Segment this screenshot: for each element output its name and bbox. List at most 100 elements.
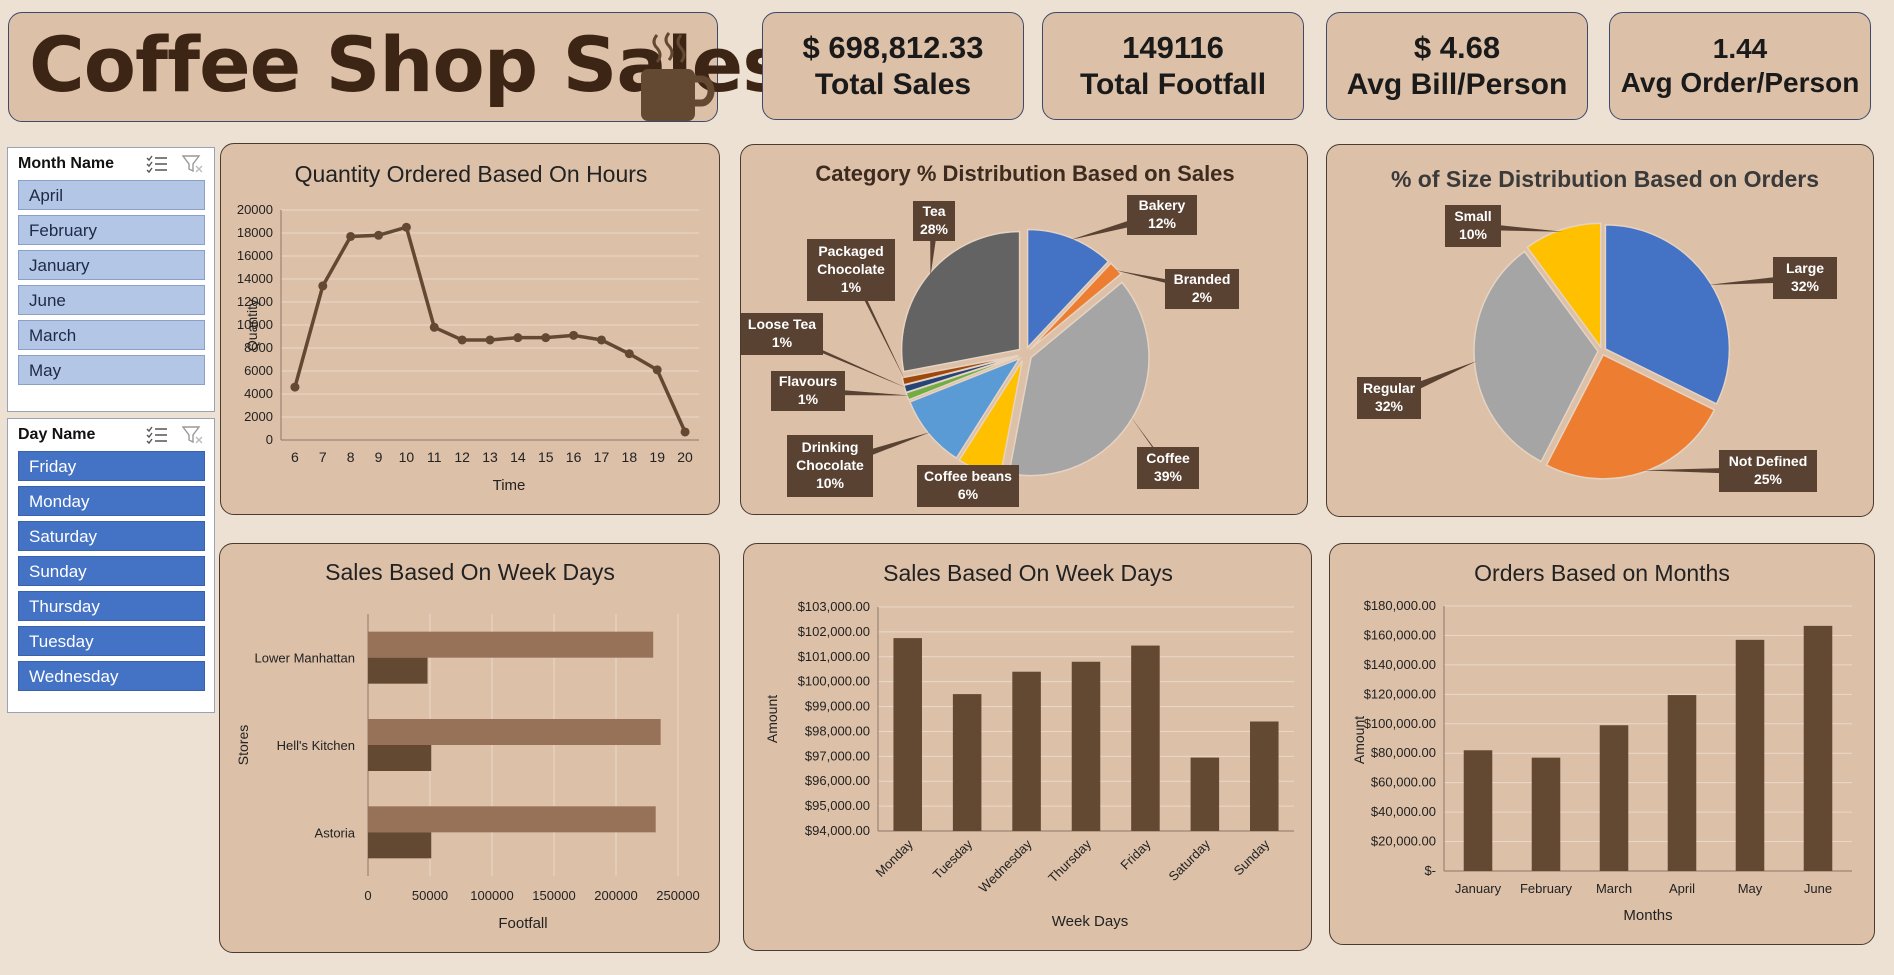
category-chart-card: Category % Distribution Based on Sales Ba… bbox=[740, 144, 1308, 515]
slicer-item-sunday[interactable]: Sunday bbox=[18, 556, 205, 586]
x-tick-label: 250000 bbox=[656, 888, 699, 903]
stores-bar-chart: Sales Based On Week Days 0 50000 100000 1500… bbox=[235, 559, 700, 932]
slicer-item-saturday[interactable]: Saturday bbox=[18, 521, 205, 551]
bar bbox=[952, 694, 982, 831]
bar bbox=[1012, 671, 1041, 831]
chart-title: Orders Based on Months bbox=[1474, 560, 1730, 586]
x-tick-label: Wednesday bbox=[976, 836, 1035, 895]
x-tick-label: 15 bbox=[538, 449, 554, 465]
data-label: 25% bbox=[1754, 471, 1783, 487]
y-tick-label: $94,000.00 bbox=[805, 823, 870, 838]
data-point bbox=[513, 333, 523, 343]
x-tick-label: 50000 bbox=[412, 888, 448, 903]
data-label: 28% bbox=[920, 221, 949, 237]
y-tick-label: $97,000.00 bbox=[805, 748, 870, 763]
kpi-avg-bill: $ 4.68 Avg Bill/Person bbox=[1326, 12, 1588, 120]
y-tick-label: $95,000.00 bbox=[805, 798, 870, 813]
data-label: Coffee beans bbox=[924, 468, 1012, 484]
y-tick-label: $102,000.00 bbox=[798, 624, 870, 639]
data-label: Flavours bbox=[779, 373, 838, 389]
slicer-item-april[interactable]: April bbox=[18, 180, 205, 210]
clear-filter-icon[interactable] bbox=[182, 154, 204, 174]
slicer-item-february[interactable]: February bbox=[18, 215, 205, 245]
x-tick-label: 9 bbox=[375, 449, 383, 465]
x-tick-label: 17 bbox=[594, 449, 610, 465]
y-tick-label: 16000 bbox=[237, 248, 273, 263]
bar bbox=[368, 832, 432, 859]
day-slicer: Day Name Friday Monday Saturday Sunday T… bbox=[7, 418, 215, 713]
slicer-item-thursday[interactable]: Thursday bbox=[18, 591, 205, 621]
data-label: 10% bbox=[1459, 226, 1488, 242]
size-chart-card: % of Size Distribution Based on Orders La… bbox=[1326, 144, 1874, 517]
data-point bbox=[596, 335, 606, 345]
x-tick-label: April bbox=[1669, 881, 1695, 896]
y-tick-label: Astoria bbox=[315, 825, 356, 840]
chart-title: Sales Based On Week Days bbox=[883, 560, 1173, 586]
kpi-total-footfall: 149116 Total Footfall bbox=[1042, 12, 1304, 120]
kpi-value: 149116 bbox=[1122, 30, 1224, 66]
x-tick-label: June bbox=[1804, 881, 1832, 896]
kpi-label: Total Sales bbox=[814, 67, 972, 101]
x-tick-label: 150000 bbox=[532, 888, 575, 903]
bar bbox=[1735, 639, 1765, 871]
data-label: 32% bbox=[1791, 278, 1820, 294]
x-tick-label: 8 bbox=[347, 449, 355, 465]
title-card: Coffee Shop Sales bbox=[8, 12, 787, 122]
y-tick-label: 6000 bbox=[244, 363, 273, 378]
multi-select-icon[interactable] bbox=[146, 425, 168, 445]
data-label: 32% bbox=[1375, 398, 1404, 414]
slicer-item-may[interactable]: May bbox=[18, 355, 205, 385]
data-point bbox=[569, 330, 579, 340]
chart-title: Sales Based On Week Days bbox=[325, 559, 615, 585]
x-axis-label: Week Days bbox=[1052, 913, 1128, 930]
y-tick-label: $180,000.00 bbox=[1364, 598, 1436, 613]
x-tick-label: 20 bbox=[677, 449, 693, 465]
data-point bbox=[652, 365, 662, 375]
data-label: 39% bbox=[1154, 468, 1183, 484]
y-tick-label: 20000 bbox=[237, 202, 273, 217]
x-tick-label: Monday bbox=[873, 836, 917, 880]
y-axis-label: Quantity bbox=[244, 299, 260, 351]
category-pie-chart: Category % Distribution Based on Sales Ba… bbox=[741, 161, 1239, 507]
slicer-item-tuesday[interactable]: Tuesday bbox=[18, 626, 205, 656]
clear-filter-icon[interactable] bbox=[182, 425, 204, 445]
data-label: Bakery bbox=[1139, 197, 1186, 213]
x-axis-label: Footfall bbox=[498, 915, 547, 932]
x-axis-label: Months bbox=[1623, 907, 1672, 924]
y-tick-label: 4000 bbox=[244, 386, 273, 401]
data-point bbox=[457, 335, 467, 345]
data-point bbox=[318, 281, 328, 291]
y-tick-label: $100,000.00 bbox=[798, 674, 870, 689]
slicer-item-march[interactable]: March bbox=[18, 320, 205, 350]
x-tick-label: May bbox=[1738, 881, 1763, 896]
slicer-title: Month Name bbox=[18, 155, 114, 172]
bar bbox=[368, 806, 656, 833]
data-label: 2% bbox=[1192, 289, 1213, 305]
kpi-value: 1.44 bbox=[1712, 33, 1768, 65]
slicer-item-wednesday[interactable]: Wednesday bbox=[18, 661, 205, 691]
bar bbox=[1250, 721, 1279, 831]
slicer-title: Day Name bbox=[18, 426, 96, 443]
slicer-item-january[interactable]: January bbox=[18, 250, 205, 280]
stores-chart-card: Sales Based On Week Days 0 50000 100000 1500… bbox=[219, 543, 720, 953]
x-tick-label: 18 bbox=[622, 449, 638, 465]
x-axis-label: Time bbox=[493, 477, 526, 494]
y-tick-label: $100,000.00 bbox=[1364, 716, 1436, 731]
y-tick-label: $98,000.00 bbox=[805, 723, 870, 738]
data-point bbox=[429, 322, 439, 332]
multi-select-icon[interactable] bbox=[146, 154, 168, 174]
slicer-item-monday[interactable]: Monday bbox=[18, 486, 205, 516]
y-tick-label: 2000 bbox=[244, 409, 273, 424]
bar bbox=[1803, 625, 1833, 871]
slicer-item-june[interactable]: June bbox=[18, 285, 205, 315]
y-tick-label: $101,000.00 bbox=[798, 649, 870, 664]
kpi-label: Total Footfall bbox=[1079, 67, 1267, 101]
slicer-item-friday[interactable]: Friday bbox=[18, 451, 205, 481]
y-tick-label: 18000 bbox=[237, 225, 273, 240]
x-tick-label: March bbox=[1596, 881, 1632, 896]
bar bbox=[368, 745, 432, 771]
data-label: 10% bbox=[816, 475, 845, 491]
data-label: Tea bbox=[922, 203, 945, 219]
y-tick-label: Lower Manhattan bbox=[255, 651, 355, 666]
y-tick-label: $120,000.00 bbox=[1364, 686, 1436, 701]
